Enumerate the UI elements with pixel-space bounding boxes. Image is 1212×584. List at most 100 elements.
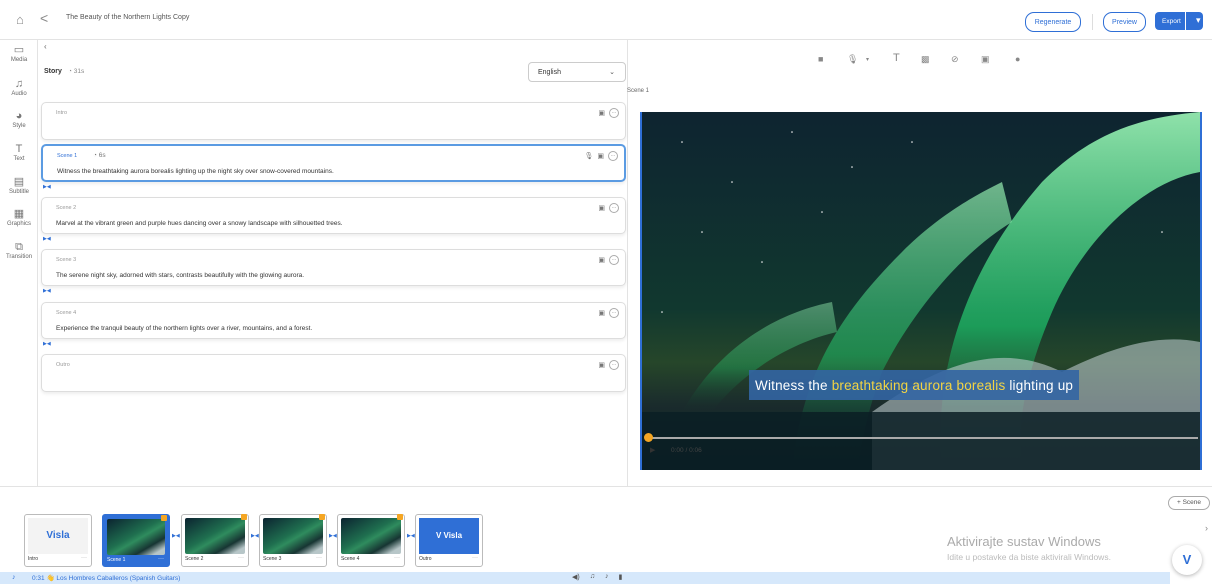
export-button[interactable]: Export ▾: [1155, 12, 1203, 30]
chevron-right-icon[interactable]: ›: [1205, 523, 1208, 533]
attachment-icon[interactable]: ⊘: [951, 54, 959, 65]
card-label: Scene 4: [56, 310, 77, 316]
windows-activation-text: Idite u postavke da biste aktivirali Win…: [947, 552, 1111, 562]
project-title: The Beauty of the Northern Lights Copy: [66, 14, 190, 21]
story-duration: ◔ 31s: [68, 68, 85, 75]
timeline-thumb-outro[interactable]: V Visla Outro ···: [415, 514, 483, 567]
video-preview[interactable]: Witness the breathtaking aurora borealis…: [640, 112, 1202, 470]
divider: [1092, 14, 1093, 30]
add-scene-button[interactable]: + Scene: [1168, 496, 1210, 510]
card-label: Scene 2: [56, 205, 77, 211]
more-icon[interactable]: ···: [472, 555, 478, 561]
more-icon[interactable]: ···: [609, 203, 619, 213]
chevron-down-icon[interactable]: ▾: [866, 56, 869, 63]
subtitle-toggle-icon[interactable]: ▣: [598, 361, 605, 369]
delete-icon[interactable]: ▮: [618, 573, 622, 581]
subtitle-toggle-icon[interactable]: ▣: [598, 309, 605, 317]
transition-icon[interactable]: ▶◀: [43, 341, 51, 347]
audio-track-label: 0:31 👋 Los Hombres Caballeros (Spanish G…: [32, 575, 181, 582]
more-icon[interactable]: ···: [608, 151, 618, 161]
card-text[interactable]: The serene night sky, adorned with stars…: [56, 272, 304, 279]
audio-track[interactable]: ♪ 0:31 👋 Los Hombres Caballeros (Spanish…: [0, 572, 1170, 584]
share-icon[interactable]: <: [40, 10, 48, 26]
story-card-scene-3[interactable]: Scene 3 The serene night sky, adorned wi…: [41, 249, 626, 286]
story-card-outro[interactable]: Outro ▣ ···: [41, 354, 626, 392]
scene-thumbnail: [341, 518, 401, 554]
more-icon[interactable]: ···: [609, 255, 619, 265]
timeline-thumb-scene-1[interactable]: Scene 1 ···: [102, 514, 170, 567]
story-card-intro[interactable]: Intro ▣ ···: [41, 102, 626, 140]
preview-button[interactable]: Preview: [1103, 12, 1146, 32]
subtitle-icon[interactable]: ▣: [981, 54, 990, 65]
more-icon[interactable]: ···: [81, 555, 87, 561]
transition-icon[interactable]: ▶◀: [43, 184, 51, 190]
subtitle-toggle-icon[interactable]: ▣: [598, 204, 605, 212]
sidebar-item-graphics[interactable]: ▦ Graphics: [0, 208, 38, 227]
transition-icon[interactable]: ▶◀: [251, 533, 259, 539]
sidebar: ▭ Media ♫ Audio ◕ Style T Text ▤ Subtitle ▦ Gr…: [0, 40, 38, 486]
card-text[interactable]: Marvel at the vibrant green and purple h…: [56, 220, 343, 227]
timeline-thumb-scene-2[interactable]: Scene 2 ···: [181, 514, 249, 567]
style-icon: ◕: [15, 110, 23, 122]
badge-icon: [241, 514, 247, 520]
microphone-icon[interactable]: 🎙: [584, 152, 593, 160]
subtitle-toggle-icon[interactable]: ▣: [598, 256, 605, 264]
sidebar-item-subtitle[interactable]: ▤ Subtitle: [0, 176, 38, 195]
sidebar-item-style[interactable]: ◕ Style: [0, 110, 38, 129]
caption-overlay[interactable]: Witness the breathtaking aurora borealis…: [749, 370, 1080, 400]
help-chat-button[interactable]: V: [1172, 545, 1202, 575]
story-card-scene-2[interactable]: Scene 2 Marvel at the vibrant green and …: [41, 197, 626, 234]
camera-icon[interactable]: ■: [818, 54, 823, 64]
more-icon[interactable]: ···: [394, 555, 400, 561]
subtitle-toggle-icon[interactable]: ▣: [597, 152, 604, 160]
sidebar-item-audio[interactable]: ♫ Audio: [0, 78, 38, 97]
caret-down-icon[interactable]: ▾: [1189, 15, 1201, 26]
windows-activation-title: Aktivirajte sustav Windows: [947, 534, 1101, 549]
timeline-thumb-scene-4[interactable]: Scene 4 ···: [337, 514, 405, 567]
language-select[interactable]: English ⌄: [528, 62, 626, 82]
volume-icon[interactable]: ◀): [572, 573, 580, 581]
card-label: Intro: [56, 110, 68, 116]
microphone-icon[interactable]: 🎙: [847, 54, 858, 65]
sidebar-item-transition[interactable]: ⧉ Transition: [0, 241, 38, 260]
play-icon[interactable]: ▶: [650, 446, 655, 454]
more-icon[interactable]: ···: [609, 108, 619, 118]
info-icon[interactable]: ●: [1015, 54, 1020, 64]
badge-icon: [161, 515, 167, 521]
story-card-scene-4[interactable]: Scene 4 Experience the tranquil beauty o…: [41, 302, 626, 339]
scene-thumbnail: [107, 519, 165, 555]
timeline-thumb-intro[interactable]: Visla Intro ···: [24, 514, 92, 567]
subtitle-toggle-icon[interactable]: ▣: [598, 109, 605, 117]
image-icon[interactable]: ▩: [921, 54, 930, 65]
badge-icon: [397, 514, 403, 520]
sidebar-item-media[interactable]: ▭ Media: [0, 44, 38, 63]
card-label: Scene 3: [56, 257, 77, 263]
card-text[interactable]: Experience the tranquil beauty of the no…: [56, 325, 312, 332]
regenerate-button[interactable]: Regenerate: [1025, 12, 1081, 32]
more-icon[interactable]: ···: [238, 555, 244, 561]
more-icon[interactable]: ···: [609, 308, 619, 318]
transition-icon[interactable]: ▶◀: [172, 533, 180, 539]
transition-icon[interactable]: ▶◀: [407, 533, 415, 539]
sidebar-item-text[interactable]: T Text: [0, 143, 38, 162]
music-edit-icon[interactable]: ♪: [605, 573, 609, 581]
aurora-image: [642, 112, 1200, 470]
progress-handle[interactable]: [644, 433, 653, 442]
text-icon[interactable]: T: [893, 52, 900, 64]
collapse-icon[interactable]: ‹: [44, 42, 47, 51]
card-text[interactable]: Witness the breathtaking aurora borealis…: [57, 168, 334, 175]
more-icon[interactable]: ···: [609, 360, 619, 370]
more-icon[interactable]: ···: [316, 555, 322, 561]
transition-icon[interactable]: ▶◀: [43, 236, 51, 242]
music-replace-icon[interactable]: ♫: [590, 573, 595, 581]
progress-bar[interactable]: [648, 437, 1198, 439]
more-icon[interactable]: ···: [158, 556, 164, 562]
scene-thumbnail: [263, 518, 323, 554]
home-icon[interactable]: ⌂: [16, 12, 24, 27]
transition-icon[interactable]: ▶◀: [43, 288, 51, 294]
card-label: Outro: [56, 362, 70, 368]
text-icon: T: [15, 143, 23, 155]
transition-icon[interactable]: ▶◀: [329, 533, 337, 539]
story-card-scene-1[interactable]: Scene 1 ◔ 6s Witness the breathtaking au…: [41, 144, 626, 182]
timeline-thumb-scene-3[interactable]: Scene 3 ···: [259, 514, 327, 567]
